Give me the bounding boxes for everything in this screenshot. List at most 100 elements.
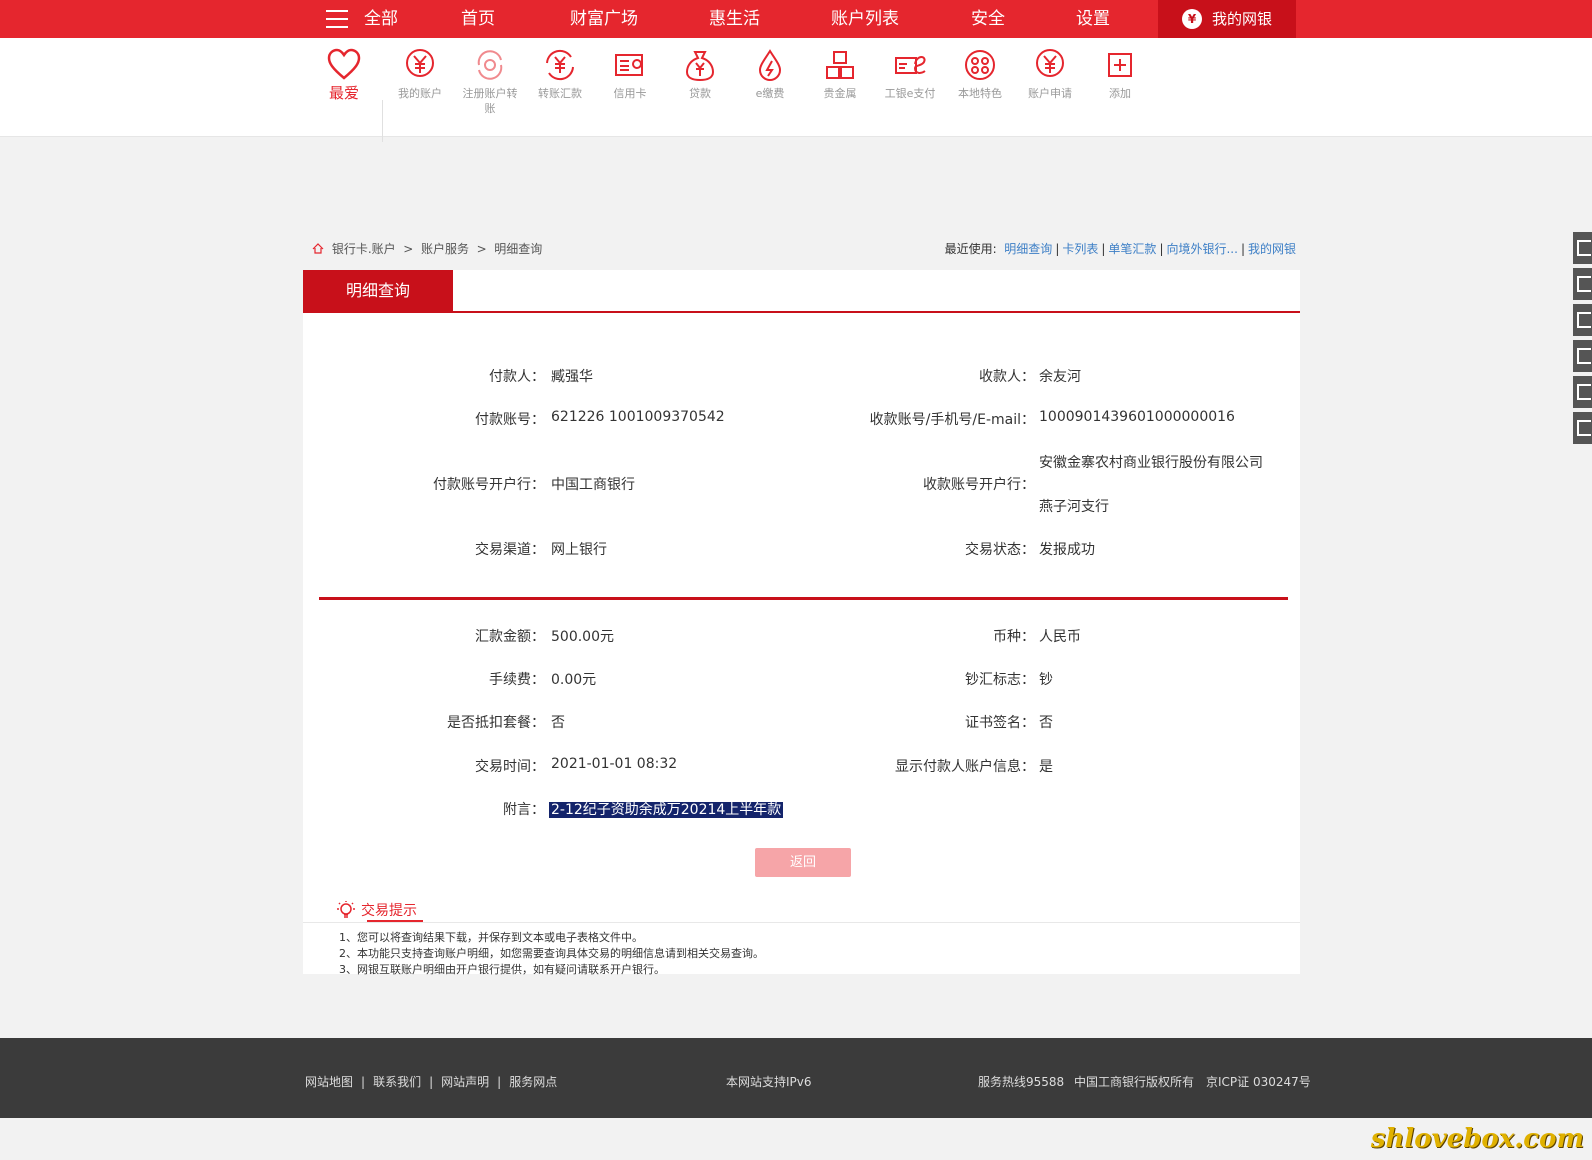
fee-value: 0.00元 [551, 672, 597, 688]
transfer-icon [546, 49, 574, 81]
nav-security[interactable]: 安全 [971, 0, 1005, 38]
payer-account-label: 付款账号： [475, 412, 545, 428]
breadcrumb: 银行卡.账户 > 账户服务 > 明细查询 [312, 240, 542, 257]
money-bag-icon: ¥ [1182, 9, 1202, 29]
shortcut-favorite[interactable]: 最爱 [312, 48, 376, 101]
memo-label: 附言： [503, 802, 545, 818]
recent-links: 最近使用: 明细查询 | 卡列表 | 单笔汇款 | 向境外银行... | 我的网银 [944, 242, 1296, 256]
payer-value: 臧强华 [551, 369, 593, 385]
yuan-bubble-icon [406, 49, 434, 77]
cert-label: 证书签名： [965, 715, 1035, 731]
shortcut-label: 最爱 [328, 84, 359, 102]
recent-link[interactable]: 我的网银 [1248, 242, 1296, 256]
shortcut-e-payment[interactable]: e缴费 [738, 48, 802, 101]
currency-label: 币种： [993, 629, 1035, 645]
recent-link[interactable]: 向境外银行... [1166, 242, 1237, 256]
tip-item: 3、网银互联账户明细由开户银行提供，如有疑问请联系开户银行。 [339, 963, 665, 976]
shortcut-precious-metal[interactable]: 贵金属 [808, 48, 872, 101]
watermark: shlovebox.com [1370, 1124, 1584, 1154]
payee-account-label: 收款账号/手机号/E-mail： [869, 412, 1035, 428]
footer-link[interactable]: 网站地图 [305, 1075, 353, 1089]
nav-all[interactable]: 全部 [364, 0, 398, 38]
tip-item: 1、您可以将查询结果下载，并保存到文本或电子表格文件中。 [339, 931, 643, 944]
shortcut-my-account[interactable]: 我的账户 [388, 48, 452, 101]
shortcut-label: 账户申请 [1028, 87, 1072, 100]
sidebar-mail-icon[interactable] [1573, 376, 1592, 408]
shortcut-label: e缴费 [755, 87, 785, 100]
shortcut-label: 转账汇款 [538, 87, 582, 100]
footer-hotline: 服务热线95588 [978, 1075, 1065, 1089]
yuan-bubble-icon [1036, 49, 1064, 77]
card-e-icon [895, 56, 926, 74]
recent-label: 最近使用: [944, 242, 997, 256]
currency-value: 人民币 [1039, 629, 1081, 645]
sidebar-gift-icon[interactable] [1573, 232, 1592, 264]
show-payer-value: 是 [1039, 759, 1053, 775]
shortcut-register-transfer[interactable]: 注册账户转账 [458, 48, 522, 116]
local-feature-icon [965, 50, 995, 80]
shortcut-bar: 最爱 我的账户 注册账户转账 转账汇款 信用卡 贷款 e缴费 贵金属 工银e支付… [0, 38, 1592, 142]
recent-link[interactable]: 单笔汇款 [1108, 242, 1156, 256]
sidebar-calendar-icon[interactable] [1573, 340, 1592, 372]
payee-account-value: 1000901439601000000016 [1039, 409, 1235, 425]
amount-label: 汇款金额： [475, 629, 545, 645]
shortcut-label: 本地特色 [958, 87, 1002, 100]
footer-ipv6: 本网站支持IPv6 [726, 1075, 812, 1089]
nav-life[interactable]: 惠生活 [709, 0, 760, 38]
tip-item: 2、本功能只支持查询账户明细，如您需要查询具体交易的明细信息请到相关交易查询。 [339, 947, 764, 960]
recent-link[interactable]: 明细查询 [1004, 242, 1052, 256]
lightbulb-icon [337, 901, 355, 918]
status-label: 交易状态： [965, 542, 1035, 558]
tips-divider [303, 922, 1300, 923]
sidebar-service-icon[interactable] [1573, 412, 1592, 444]
shortcut-transfer[interactable]: 转账汇款 [528, 48, 592, 101]
payer-label: 付款人： [489, 369, 545, 385]
footer-link[interactable]: 服务网点 [509, 1075, 557, 1089]
show-payer-label: 显示付款人账户信息： [895, 759, 1035, 775]
gold-bars-icon [826, 51, 854, 79]
shortcut-loan[interactable]: 贷款 [668, 48, 732, 101]
tab-bar: 明细查询 [303, 270, 1300, 313]
tips-title: 交易提示 [361, 903, 417, 919]
money-bag-icon [685, 51, 715, 82]
footer-link[interactable]: 联系我们 [373, 1075, 421, 1089]
home-icon[interactable] [312, 243, 324, 254]
cert-value: 否 [1039, 715, 1053, 731]
shortcut-label: 我的账户 [398, 87, 442, 100]
time-label: 交易时间： [475, 759, 545, 775]
breadcrumb-item[interactable]: 账户服务 [421, 242, 469, 256]
tips-header: 交易提示 [337, 900, 417, 920]
nav-accounts[interactable]: 账户列表 [831, 0, 899, 38]
status-value: 发报成功 [1039, 542, 1095, 558]
my-bank-button[interactable]: ¥ 我的网银 [1158, 0, 1296, 38]
breadcrumb-current: 明细查询 [494, 242, 543, 256]
shortcut-local[interactable]: 本地特色 [948, 48, 1012, 101]
heart-icon [327, 48, 361, 80]
sidebar-camera-icon[interactable] [1573, 304, 1592, 336]
credit-card-icon [615, 54, 643, 76]
shortcut-label: 贵金属 [823, 87, 857, 100]
channel-label: 交易渠道： [475, 542, 545, 558]
footer-link[interactable]: 网站声明 [441, 1075, 489, 1089]
shortcut-e-pay[interactable]: 工银e支付 [878, 48, 942, 101]
back-button[interactable]: 返回 [755, 848, 851, 877]
shortcut-credit-card[interactable]: 信用卡 [598, 48, 662, 101]
breadcrumb-item[interactable]: 银行卡.账户 [332, 242, 396, 256]
shortcut-label: 添加 [1109, 87, 1131, 100]
shortcut-add[interactable]: 添加 [1088, 48, 1152, 101]
menu-icon[interactable] [326, 10, 348, 28]
shortcut-account-apply[interactable]: 账户申请 [1018, 48, 1082, 101]
nav-settings[interactable]: 设置 [1076, 0, 1110, 38]
nav-home[interactable]: 首页 [461, 0, 495, 38]
amount-value: 500.00元 [551, 629, 614, 645]
tab-detail-query[interactable]: 明细查询 [303, 270, 453, 311]
recent-link[interactable]: 卡列表 [1062, 242, 1098, 256]
package-value: 否 [551, 715, 565, 731]
sidebar-send-icon[interactable] [1573, 268, 1592, 300]
nav-wealth[interactable]: 财富广场 [570, 0, 638, 38]
footer-links: 网站地图 | 联系我们 | 网站声明 | 服务网点 [305, 1075, 558, 1089]
my-bank-label: 我的网银 [1212, 10, 1273, 28]
tips-underline [367, 920, 423, 922]
payer-account-value: 621226 1001009370542 [551, 409, 725, 425]
refresh-coin-icon [477, 50, 503, 80]
